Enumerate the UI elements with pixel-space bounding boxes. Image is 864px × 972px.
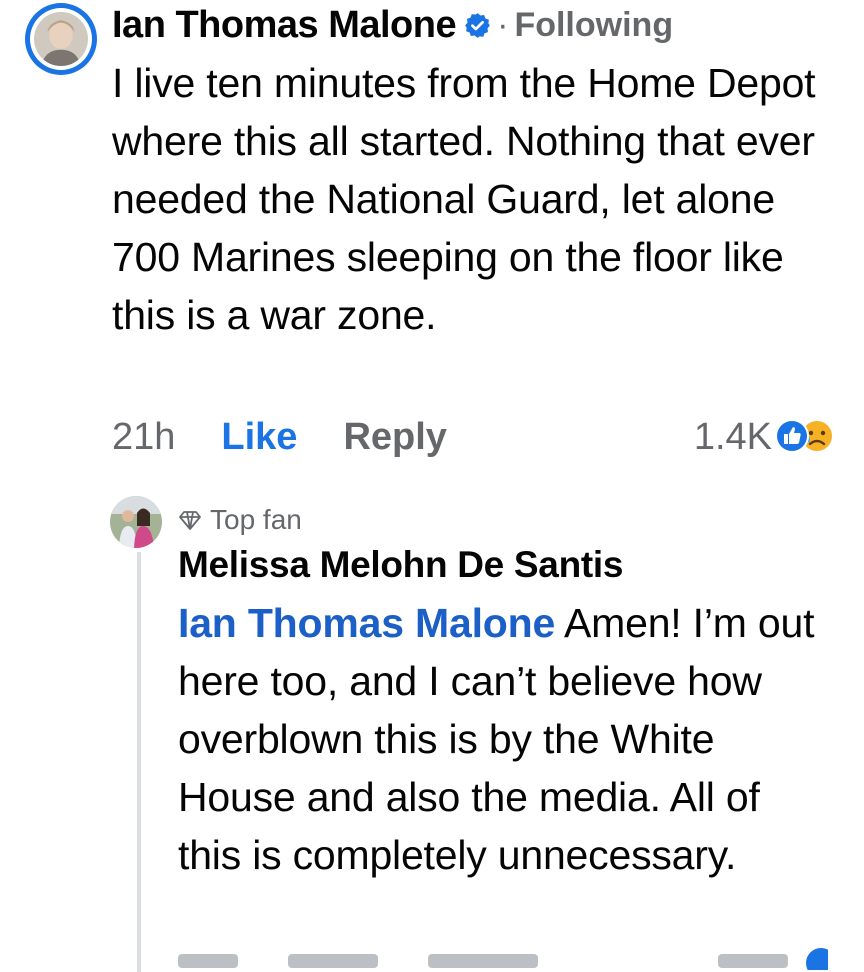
like-button[interactable]: Like <box>221 416 297 459</box>
top-fan-label: Top fan <box>210 504 302 535</box>
following-status[interactable]: Following <box>514 6 673 45</box>
diamond-icon <box>179 511 201 530</box>
reply-button[interactable]: Reply <box>343 416 446 459</box>
comment-actions: 21h Like Reply 1.4K <box>112 412 842 462</box>
like-icon <box>775 419 809 453</box>
reply-actions-cutoff <box>178 940 828 970</box>
thread-connector <box>137 552 141 972</box>
reply-body: Ian Thomas Malone Amen! I’m out here too… <box>178 594 828 884</box>
comment-header: Ian Thomas Malone · Following <box>112 2 673 48</box>
reply-author-name[interactable]: Melissa Melohn De Santis <box>178 544 623 586</box>
verified-badge-icon <box>465 12 490 38</box>
reactions-summary[interactable] <box>770 415 838 457</box>
comment-timestamp[interactable]: 21h <box>112 416 175 459</box>
reaction-count[interactable]: 1.4K <box>694 416 772 459</box>
author-avatar[interactable] <box>25 3 97 75</box>
header-separator: · <box>497 5 509 44</box>
mention-link[interactable]: Ian Thomas Malone <box>178 600 555 646</box>
comment-body: I live ten minutes from the Home Depot w… <box>112 60 816 338</box>
profile-photo-icon <box>110 496 162 548</box>
reply-author-avatar[interactable] <box>110 496 162 548</box>
comment-author-name[interactable]: Ian Thomas Malone <box>112 4 457 47</box>
like-icon <box>806 948 828 970</box>
profile-photo-icon <box>34 12 88 66</box>
top-fan-badge: Top fan <box>178 503 302 537</box>
